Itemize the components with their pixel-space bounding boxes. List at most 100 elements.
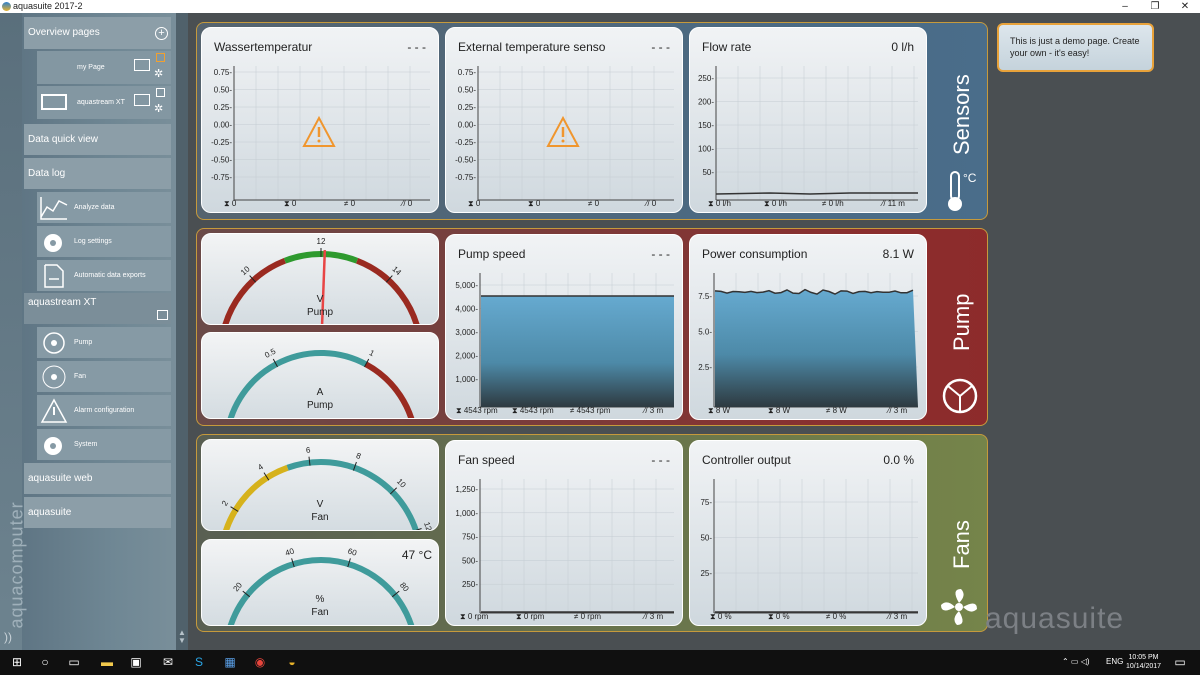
page-item-aquastream[interactable]: aquastream XT ✲ (37, 86, 171, 119)
tick-label: -0.75- (455, 173, 476, 182)
tick-label: 200- (698, 98, 714, 107)
add-page-icon[interactable]: + (155, 27, 168, 40)
export-icon (44, 264, 64, 288)
task-view-icon[interactable]: ▭ (66, 654, 82, 670)
card-water-temp[interactable]: Wassertemperatur - - - 0.75- 0.50- 0.25- 0.… (201, 27, 439, 213)
stats-row: ⧗ 0 ⧗ 0 ≠ 0 ⁄/ 0 (210, 199, 430, 209)
nav-data-log[interactable]: Data log (24, 158, 171, 189)
page-item-my-page[interactable]: my Page ✲ (37, 51, 171, 84)
tick-label: 2,000- (455, 352, 478, 361)
gear-icon[interactable]: ✲ (154, 67, 163, 80)
gauge-name: Fan (311, 607, 329, 618)
gauge-name: Pump (306, 400, 334, 411)
nav-sub-label: Alarm configuration (74, 407, 135, 414)
monitor-icon (134, 94, 150, 106)
nav-sub-label: Fan (74, 373, 87, 380)
card-power-consumption[interactable]: Power consumption 8.1 W 7.5- 5.0- 2.5- ⧗ 8… (689, 234, 927, 420)
screen-app-icon[interactable]: ▦ (222, 654, 238, 670)
tick-label: 1,000- (455, 509, 478, 518)
gear-icon[interactable]: ✲ (154, 102, 163, 115)
gauge-fan-voltage[interactable]: 02468101213 V Fan (201, 439, 439, 531)
chart-area: 250- 200- 150- 100- 50- (698, 66, 918, 201)
card-controller-output[interactable]: Controller output 0.0 % 75- 50- 25- ⧗ 0 % … (689, 440, 927, 626)
system-clock[interactable]: 10:05 PM 10/14/2017 (1126, 653, 1161, 671)
chart-area: 75- 50- 25- (700, 479, 918, 614)
fan-temperature-value: 47 °C (401, 548, 432, 562)
tray-icons[interactable]: ⌃ ▭ ◁) (1062, 657, 1090, 666)
stat-time: ⁄/ 0 (402, 199, 413, 208)
gauge-tick-label: 40 (284, 546, 296, 557)
nav-fan[interactable]: Fan (37, 361, 171, 392)
page-item-label: aquastream XT (77, 99, 125, 106)
device-icon (41, 94, 67, 110)
nav-aquasuite[interactable]: aquasuite (24, 497, 171, 528)
lock-icon[interactable] (156, 88, 165, 97)
search-icon[interactable]: ○ (37, 654, 53, 670)
mail-icon[interactable]: ✉ (160, 654, 176, 670)
file-explorer-icon[interactable]: ▬ (99, 654, 115, 670)
nav-automatic-exports[interactable]: Automatic data exports (37, 260, 171, 291)
stat-min: ⧗ 0 (284, 199, 297, 208)
chrome-icon[interactable]: ◉ (252, 654, 268, 670)
nav-log-settings[interactable]: Log settings (37, 226, 171, 257)
lock-icon[interactable] (156, 53, 165, 62)
stat-max: ⧗ 4543 rpm (456, 406, 498, 415)
card-flow-rate[interactable]: Flow rate 0 l/h 250- 200- 150- 100- 50- ⧗ 0 … (689, 27, 927, 213)
nav-device[interactable]: aquastream XT (24, 293, 171, 324)
nav-pump[interactable]: Pump (37, 327, 171, 358)
language-indicator[interactable]: ENG (1106, 657, 1123, 666)
fan-icon (941, 589, 977, 625)
stat-max: ⧗ 0 l/h (708, 199, 731, 208)
save-icon[interactable] (157, 310, 168, 320)
stat-avg: ≠ 0 (344, 199, 356, 208)
card-fan-speed[interactable]: Fan speed - - - 1,250- 1,000- 750- 500- 250-… (445, 440, 683, 626)
tick-label: 0.00- (458, 121, 477, 130)
gauge-unit: V (316, 294, 324, 305)
demo-note: This is just a demo page. Create your ow… (997, 23, 1154, 72)
gauge-unit: % (315, 594, 325, 605)
close-button[interactable]: ✕ (1170, 0, 1200, 13)
clock-time: 10:05 PM (1128, 654, 1159, 661)
aquasuite-taskbar-icon[interactable]: ◒ (284, 654, 300, 670)
skype-icon[interactable]: S (191, 654, 207, 670)
tick-label: -0.75- (211, 173, 232, 182)
tick-label: 500- (462, 556, 478, 565)
taskbar: ⊞ ○ ▭ ▬ ▣ ✉ S ▦ ◉ ◒ ⌃ ▭ ◁) ENG 10:05 PM … (0, 650, 1200, 675)
nav-data-quick-view[interactable]: Data quick view (24, 124, 171, 155)
stat-time: ⁄/ 3 m (888, 406, 908, 415)
unit-label: °C (963, 171, 977, 185)
pump-icon (43, 332, 65, 354)
gauge-pump-current[interactable]: 00.511.5 A Pump (201, 332, 439, 419)
windows-start-icon[interactable]: ⊞ (9, 654, 25, 670)
sidebar-scrollbar[interactable]: ▲ ▼ (176, 13, 188, 650)
maximize-button[interactable]: ❐ (1140, 0, 1170, 13)
notifications-icon[interactable]: ▭ (1172, 654, 1188, 670)
gauge-fan-percent[interactable]: 020406080100 47 °C % Fan (201, 539, 439, 626)
page-item-label: my Page (77, 64, 105, 71)
stat-min: ⧗ 0 % (768, 612, 790, 621)
tick-label: 0.00- (214, 121, 233, 130)
nav-overview-label: Overview pages (28, 27, 100, 38)
gauge-pump-voltage[interactable]: 810121416 V Pump (201, 233, 439, 325)
nav-alarm-configuration[interactable]: Alarm configuration (37, 395, 171, 426)
warning-icon (302, 116, 336, 147)
stat-avg: ≠ 0 l/h (822, 199, 844, 208)
scroll-arrows-icon[interactable]: ▲ ▼ (178, 629, 186, 645)
stats-row: ⧗ 0 ⧗ 0 ≠ 0 ⁄/ 0 (454, 199, 674, 209)
gauge-unit: A (316, 387, 324, 398)
minimize-button[interactable]: – (1110, 0, 1140, 13)
nav-system[interactable]: System (37, 429, 171, 460)
card-pump-speed[interactable]: Pump speed - - - 5,000- 4,000- 3,000- 2,000… (445, 234, 683, 420)
store-icon[interactable]: ▣ (128, 654, 144, 670)
chart-icon (40, 197, 68, 220)
tick-label: 75- (700, 498, 712, 507)
nav-overview-pages[interactable]: Overview pages + (24, 17, 171, 49)
tick-label: 250- (698, 74, 714, 83)
gauge-name: Fan (311, 512, 329, 523)
group-title: Pump (949, 293, 974, 351)
rss-icon[interactable]: )) (4, 630, 12, 644)
nav-analyze-data[interactable]: Analyze data (37, 192, 171, 223)
card-external-temp[interactable]: External temperature senso - - - 0.75- 0.… (445, 27, 683, 213)
nav-aquasuite-web[interactable]: aquasuite web (24, 463, 171, 494)
gear-icon (44, 234, 62, 252)
